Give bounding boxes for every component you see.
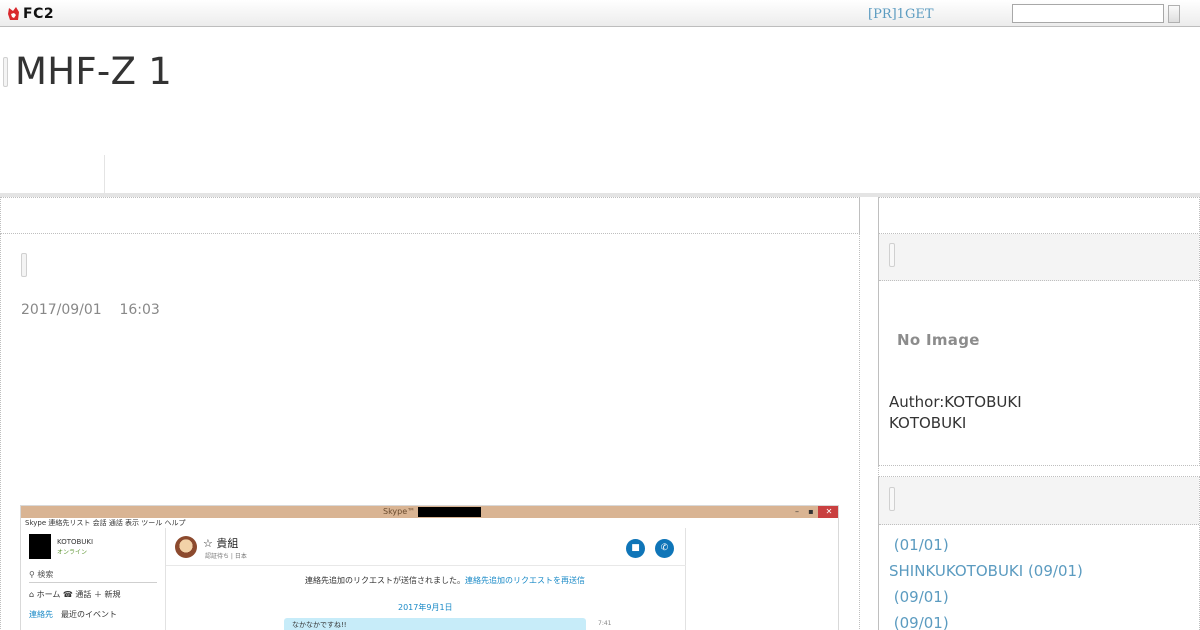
screenshot-search: ⚲ 検索	[29, 569, 157, 583]
entry-date: 2017/09/01 16:03	[21, 302, 160, 318]
video-call-icon: ■	[626, 539, 645, 558]
fc2-brand-text: FC2	[23, 5, 55, 22]
screenshot-left-pane: KOTOBUKI オンライン ⚲ 検索 ⌂ ホーム ☎ 通話 ＋ 新規 連絡先最…	[21, 528, 166, 630]
sidebar-profile-header	[879, 234, 1199, 281]
screenshot-day: 2017年9月1日	[398, 603, 453, 612]
side-top-row	[878, 197, 1200, 234]
screenshot-chat-header: ☆ 貴組 認証待ち | 日本 ■ ✆	[166, 528, 686, 566]
screenshot-nav: ⌂ ホーム ☎ 通話 ＋ 新規	[29, 589, 121, 600]
sidebar-category-marker	[889, 487, 895, 511]
fc2-fox-icon	[8, 6, 19, 20]
screenshot-menubar: Skype 連絡先リスト 会話 通話 表示 ツール ヘルプ	[25, 519, 186, 527]
screenshot-nav-items: ホーム ☎ 通話 ＋ 新規	[36, 590, 121, 599]
screenshot-contact-avatar	[175, 536, 197, 558]
nav-bar	[0, 155, 1200, 197]
category-link[interactable]: (01/01)	[889, 536, 1083, 562]
redaction-bar	[418, 507, 481, 517]
phone-call-icon: ✆	[655, 539, 674, 558]
entry-title-marker	[21, 253, 27, 277]
column-divider	[859, 197, 879, 630]
sidebar-category-header	[879, 477, 1199, 525]
close-icon: ✕	[818, 506, 838, 518]
screenshot-contact-sub: 認証待ち | 日本	[205, 553, 247, 560]
fc2-logo[interactable]: FC2	[7, 5, 54, 22]
pr-ad-link[interactable]: [PR]1GET	[868, 7, 934, 22]
profile-author-line: Author:KOTOBUKI	[889, 393, 1022, 411]
screenshot-search-label: 検索	[37, 570, 54, 579]
profile-no-image: No Image	[897, 331, 980, 349]
category-list: (01/01) SHINKUKOTOBUKI (09/01) (09/01) (…	[889, 536, 1083, 630]
screenshot-titlebar: Skype™ – ▪ ✕	[21, 506, 838, 518]
screenshot-window-title: Skype™	[383, 507, 416, 516]
maximize-icon: ▪	[808, 507, 814, 516]
entry-screenshot-image[interactable]: Skype™ – ▪ ✕ Skype 連絡先リスト 会話 通話 表示 ツール ヘ…	[20, 505, 839, 630]
search-button[interactable]	[1168, 5, 1180, 23]
screenshot-chat-bubble: なかなかですね!!	[284, 618, 586, 630]
screenshot-request-text: 連絡先追加のリクエストが送信されました。連絡先追加のリクエストを再送信	[305, 575, 585, 586]
screenshot-status: オンライン	[57, 549, 88, 556]
screenshot-tab-recent: 最近のイベント	[61, 610, 117, 619]
screenshot-request-message: 連絡先追加のリクエストが送信されました。	[305, 576, 465, 585]
minimize-icon: –	[795, 507, 799, 516]
sidebar-profile-marker	[889, 243, 895, 267]
screenshot-bubble-text: なかなかですね!!	[292, 621, 347, 629]
screenshot-chat-pane: ☆ 貴組 認証待ち | 日本 ■ ✆ 連絡先追加のリクエストが送信されました。連…	[166, 528, 686, 630]
screenshot-tab-contacts: 連絡先	[29, 610, 53, 619]
screenshot-contact-name: ☆ 貴組	[203, 537, 239, 550]
home-icon: ⌂	[29, 590, 37, 599]
category-link[interactable]: (09/01)	[889, 588, 1083, 614]
title-marker	[3, 57, 8, 87]
screenshot-request-link: 連絡先追加のリクエストを再送信	[465, 576, 585, 585]
screenshot-username: KOTOBUKI	[57, 538, 94, 546]
fc2-top-bar: FC2 [PR]1GET	[0, 0, 1200, 27]
screenshot-tabs: 連絡先 最近のイベント	[29, 609, 117, 620]
category-link[interactable]: SHINKUKOTOBUKI (09/01)	[889, 562, 1083, 588]
screenshot-time: 7:41	[598, 620, 612, 627]
profile-author-name: KOTOBUKI	[889, 414, 967, 432]
search-input[interactable]	[1012, 4, 1164, 23]
screenshot-window-buttons: – ▪ ✕	[790, 506, 838, 518]
site-title[interactable]: MHF-Z 1	[15, 50, 172, 93]
nav-item[interactable]	[0, 155, 105, 195]
category-link[interactable]: (09/01)	[889, 614, 1083, 630]
main-top-row	[0, 197, 860, 234]
screenshot-avatar	[29, 534, 51, 559]
